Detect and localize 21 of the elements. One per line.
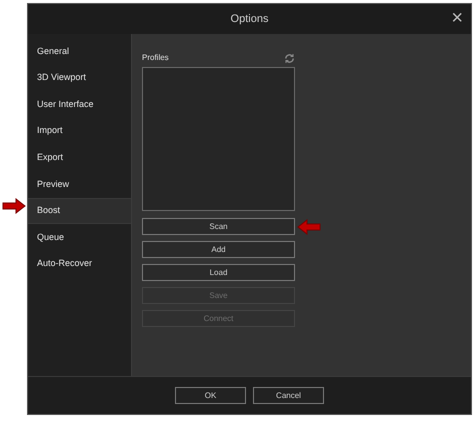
sidebar-item[interactable]: User Interface	[28, 91, 131, 118]
profiles-list[interactable]	[142, 67, 295, 211]
sidebar-item[interactable]: Queue	[28, 224, 131, 251]
sidebar-item[interactable]: Import	[28, 118, 131, 144]
sidebar-item[interactable]: General	[28, 38, 131, 65]
section-label: Profiles	[142, 52, 169, 64]
sidebar-item[interactable]: 3D Viewport	[28, 64, 131, 92]
dialog-button[interactable]: Cancel	[253, 387, 324, 404]
dialog-button[interactable]: OK	[175, 387, 246, 404]
sidebar-item[interactable]: Auto-Recover	[28, 250, 131, 278]
window-title: Options	[230, 12, 268, 27]
profile-button[interactable]: Add	[142, 241, 295, 258]
arrow-icon	[2, 198, 26, 214]
refresh-icon[interactable]	[284, 52, 295, 64]
sidebar-item[interactable]: Preview	[28, 170, 131, 198]
close-button[interactable]: ×	[451, 8, 463, 28]
sidebar-item[interactable]: Export	[28, 144, 131, 171]
arrow-icon	[297, 219, 321, 235]
sidebar-item[interactable]: Boost	[28, 198, 131, 224]
profile-button[interactable]: Load	[142, 264, 295, 281]
profile-button[interactable]: Scan	[142, 218, 295, 235]
